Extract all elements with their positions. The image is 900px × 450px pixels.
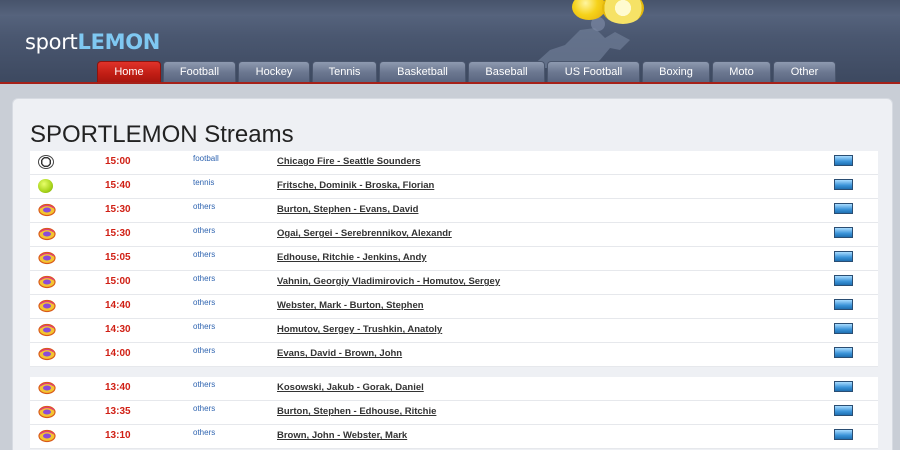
match-link[interactable]: Brown, John - Webster, Mark	[277, 430, 407, 441]
event-category: others	[193, 202, 216, 211]
others-sport-icon	[38, 203, 56, 217]
table-row: 15:40 tennis Fritsche, Dominik - Broska, F…	[30, 175, 878, 199]
event-category: others	[193, 226, 216, 235]
watch-stream-icon[interactable]	[834, 347, 853, 358]
nav-tab-home[interactable]: Home	[97, 61, 161, 82]
table-row: 15:00 football Chicago Fire - Seattle Soun…	[30, 151, 878, 175]
streams-table: 15:00 football Chicago Fire - Seattle Soun…	[30, 151, 878, 449]
table-row: 15:05 others Edhouse, Ritchie - Jenkins, A…	[30, 247, 878, 271]
match-link[interactable]: Kosowski, Jakub - Gorak, Daniel	[277, 382, 424, 393]
event-category: others	[193, 380, 216, 389]
event-category: others	[193, 404, 216, 413]
event-time: 14:30	[105, 324, 131, 335]
event-category: others	[193, 322, 216, 331]
main-content: SPORTLEMON Streams 15:00 football Chicago …	[12, 98, 893, 450]
event-time: 15:05	[105, 252, 131, 263]
site-header: sportLEMON Home Football Hockey Tennis B…	[0, 0, 900, 84]
watch-stream-icon[interactable]	[834, 155, 853, 166]
table-row: 14:40 others Webster, Mark - Burton, Steph…	[30, 295, 878, 319]
site-logo[interactable]: sportLEMON	[25, 30, 160, 54]
event-time: 15:00	[105, 276, 131, 287]
main-nav: Home Football Hockey Tennis Basketball B…	[97, 61, 836, 82]
tennis-ball-icon	[38, 179, 53, 193]
event-time: 13:35	[105, 406, 131, 417]
others-sport-icon	[38, 323, 56, 337]
watch-stream-icon[interactable]	[834, 405, 853, 416]
nav-tab-baseball[interactable]: Baseball	[468, 61, 545, 82]
event-category: others	[193, 346, 216, 355]
others-sport-icon	[38, 405, 56, 419]
watch-stream-icon[interactable]	[834, 251, 853, 262]
event-category: others	[193, 298, 216, 307]
nav-tab-moto[interactable]: Moto	[712, 61, 771, 82]
others-sport-icon	[38, 299, 56, 313]
nav-tab-football[interactable]: Football	[163, 61, 236, 82]
others-sport-icon	[38, 227, 56, 241]
logo-text-sport: sport	[25, 30, 78, 54]
match-link[interactable]: Vahnin, Georgiy Vladimirovich - Homutov,…	[277, 276, 500, 287]
event-time: 14:40	[105, 300, 131, 311]
others-sport-icon	[38, 381, 56, 395]
event-time: 14:00	[105, 348, 131, 359]
event-time: 15:30	[105, 228, 131, 239]
others-sport-icon	[38, 275, 56, 289]
soccer-ball-icon	[38, 155, 54, 169]
event-time: 13:10	[105, 430, 131, 441]
nav-tab-tennis[interactable]: Tennis	[312, 61, 377, 82]
table-row: 13:40 others Kosowski, Jakub - Gorak, Dani…	[30, 377, 878, 401]
nav-tab-hockey[interactable]: Hockey	[238, 61, 310, 82]
nav-tab-basketball[interactable]: Basketball	[379, 61, 466, 82]
nav-tab-boxing[interactable]: Boxing	[642, 61, 710, 82]
table-row: 13:35 others Burton, Stephen - Edhouse, Ri…	[30, 401, 878, 425]
others-sport-icon	[38, 251, 56, 265]
match-link[interactable]: Evans, David - Brown, John	[277, 348, 402, 359]
watch-stream-icon[interactable]	[834, 275, 853, 286]
watch-stream-icon[interactable]	[834, 299, 853, 310]
others-sport-icon	[38, 347, 56, 361]
watch-stream-icon[interactable]	[834, 429, 853, 440]
logo-text-lemon: LEMON	[77, 30, 161, 54]
page-title: SPORTLEMON Streams	[30, 121, 294, 148]
table-row: 13:10 others Brown, John - Webster, Mark	[30, 425, 878, 449]
table-row: 14:30 others Homutov, Sergey - Trushkin, A…	[30, 319, 878, 343]
watch-stream-icon[interactable]	[834, 179, 853, 190]
match-link[interactable]: Ogai, Sergei - Serebrennikov, Alexandr	[277, 228, 452, 239]
match-link[interactable]: Fritsche, Dominik - Broska, Florian	[277, 180, 434, 191]
table-row: 14:00 others Evans, David - Brown, John	[30, 343, 878, 367]
match-link[interactable]: Burton, Stephen - Edhouse, Ritchie	[277, 406, 436, 417]
others-sport-icon	[38, 429, 56, 443]
event-category: others	[193, 274, 216, 283]
event-time: 15:00	[105, 156, 131, 167]
event-category: others	[193, 250, 216, 259]
event-category: others	[193, 428, 216, 437]
match-link[interactable]: Burton, Stephen - Evans, David	[277, 204, 418, 215]
nav-tab-other[interactable]: Other	[773, 61, 836, 82]
match-link[interactable]: Chicago Fire - Seattle Sounders	[277, 156, 421, 167]
event-category: tennis	[193, 178, 215, 187]
nav-tab-us-football[interactable]: US Football	[547, 61, 640, 82]
table-row: 15:30 others Burton, Stephen - Evans, Davi…	[30, 199, 878, 223]
match-link[interactable]: Homutov, Sergey - Trushkin, Anatoly	[277, 324, 442, 335]
watch-stream-icon[interactable]	[834, 203, 853, 214]
table-row: 15:00 others Vahnin, Georgiy Vladimirovich…	[30, 271, 878, 295]
watch-stream-icon[interactable]	[834, 381, 853, 392]
table-row: 15:30 others Ogai, Sergei - Serebrennikov,…	[30, 223, 878, 247]
watch-stream-icon[interactable]	[834, 323, 853, 334]
event-time: 15:40	[105, 180, 131, 191]
match-link[interactable]: Edhouse, Ritchie - Jenkins, Andy	[277, 252, 427, 263]
event-time: 15:30	[105, 204, 131, 215]
event-time: 13:40	[105, 382, 131, 393]
watch-stream-icon[interactable]	[834, 227, 853, 238]
event-category: football	[193, 154, 219, 163]
match-link[interactable]: Webster, Mark - Burton, Stephen	[277, 300, 424, 311]
